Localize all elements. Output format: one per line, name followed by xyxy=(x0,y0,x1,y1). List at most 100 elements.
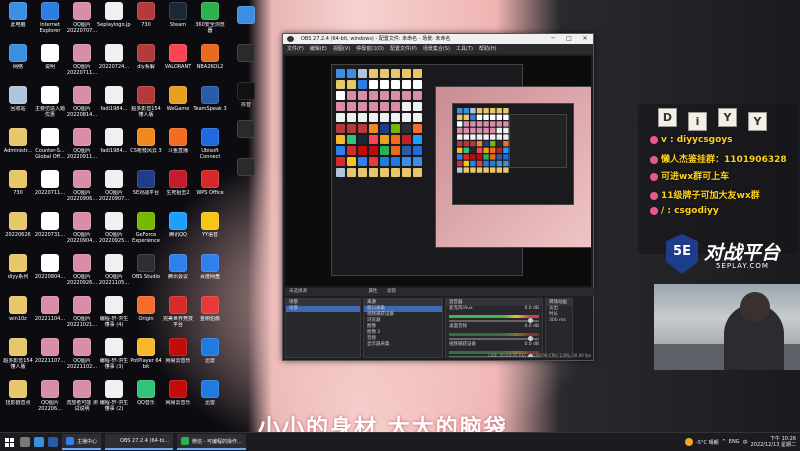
desktop-icon[interactable]: 20220731... xyxy=(34,212,66,252)
desktop-icon[interactable]: Ubisoft Connect xyxy=(194,128,226,168)
desktop-icon[interactable]: 5E对战平台 xyxy=(130,170,162,210)
desktop-icon[interactable]: diyy系列 xyxy=(2,254,34,294)
tray-overflow-icon[interactable]: ^ xyxy=(722,439,726,445)
desktop-icon[interactable]: QQ图片 20221021... xyxy=(66,296,98,336)
desktop-icon[interactable]: OBS Studio xyxy=(130,254,162,294)
desktop-icon[interactable]: 腾讯QQ xyxy=(162,212,194,252)
desktop-icon[interactable]: 编程-轩-洪生 懂事 (2) xyxy=(98,380,130,420)
obs-title-bar[interactable]: OBS 27.2.4 (64-bit, windows) - 配置文件: 未命名… xyxy=(283,34,593,44)
ime-indicator[interactable]: 中 xyxy=(743,439,748,446)
desktop-icon[interactable]: Steam xyxy=(162,2,194,42)
desktop-icon[interactable]: WeGame xyxy=(162,86,194,126)
desktop-icon[interactable]: VALORANT xyxy=(162,44,194,84)
obs-menu-item[interactable]: 文件(F) xyxy=(287,44,304,54)
clock[interactable]: 下午 10:26 2022/12/13 星期二 xyxy=(751,436,796,448)
weather-text[interactable]: -5°C 晴朗 xyxy=(696,439,719,446)
desktop-icon[interactable]: QQ图片 20220904... xyxy=(66,212,98,252)
obs-menu-item[interactable]: 场景集合(S) xyxy=(423,44,450,54)
desktop-icon[interactable]: 编程-轩-洪生 懂事 (4) xyxy=(98,296,130,336)
desktop-icon[interactable]: QQ图片 20220707... xyxy=(66,2,98,42)
desktop-icon[interactable]: 网络 xyxy=(2,44,34,84)
desktop-icon[interactable]: QQ图片 202206... xyxy=(34,380,66,420)
taskbar-task[interactable]: OBS 27.2.4 (64-bi... xyxy=(105,434,173,450)
desktop-icon[interactable]: QQ图片 20220711... xyxy=(66,44,98,84)
desktop-icon[interactable]: 超多影音154 懂人版 xyxy=(130,86,162,126)
desktop-icon[interactable]: 730 xyxy=(2,170,34,210)
desktop-icon[interactable]: 流放者可能 测试说明 xyxy=(66,380,98,420)
volume-slider[interactable] xyxy=(449,318,539,323)
desktop-icon[interactable]: 网易云音乐 xyxy=(162,380,194,420)
scene-item[interactable]: 场景 xyxy=(286,306,360,312)
desktop-icon[interactable]: GeForce Experience xyxy=(130,212,162,252)
desktop-icon[interactable]: fadi1984... xyxy=(98,128,130,168)
obs-menu-item[interactable]: 停靠窗口(D) xyxy=(356,44,384,54)
desktop-icon[interactable]: 完美世界竞技平台 xyxy=(162,296,194,336)
desktop-icon[interactable]: Administr... xyxy=(2,128,34,168)
desktop-icon[interactable]: 730 xyxy=(130,2,162,42)
taskbar-task[interactable]: 主播中心 xyxy=(62,434,102,450)
desktop-icon[interactable]: Origin xyxy=(130,296,162,336)
source-item[interactable]: 显示器采集 xyxy=(364,342,442,348)
desktop-icon[interactable]: 主要仿造入题优惠 xyxy=(34,86,66,126)
desktop-icon[interactable] xyxy=(230,6,262,38)
desktop-icon[interactable] xyxy=(230,44,262,76)
desktop-icon[interactable] xyxy=(230,158,262,190)
desktop-icon[interactable]: 编程-轩-洪生 懂事 (3) xyxy=(98,338,130,378)
desktop-icon[interactable]: 此电脑 xyxy=(2,2,34,42)
obs-window[interactable]: OBS 27.2.4 (64-bit, windows) - 配置文件: 未命名… xyxy=(282,33,595,361)
desktop-icon[interactable]: QQ图片 20220926... xyxy=(66,254,98,294)
volume-slider-handle[interactable] xyxy=(528,336,533,341)
desktop-icon[interactable]: 5eplaylogo.jpg xyxy=(97,2,131,42)
obs-menu-item[interactable]: 工具(T) xyxy=(456,44,473,54)
desktop-icon[interactable]: 说明 xyxy=(34,44,66,84)
task-view-icon[interactable] xyxy=(34,437,44,447)
desktop-icon[interactable]: 网易云音乐 xyxy=(162,338,194,378)
desktop-icon[interactable]: 迅雷 xyxy=(194,380,226,420)
obs-preview[interactable] xyxy=(285,56,591,286)
desktop-icon[interactable]: QQ图片 20221102... xyxy=(66,338,98,378)
desktop-icon[interactable]: 腾讯会议 xyxy=(162,254,194,294)
desktop-icon[interactable]: Internet Explorer xyxy=(34,2,66,42)
search-icon[interactable] xyxy=(20,437,30,447)
obs-menu-item[interactable]: 帮助(H) xyxy=(479,44,497,54)
properties-button[interactable]: 属性 xyxy=(368,289,377,294)
explorer-icon[interactable] xyxy=(48,437,58,447)
desktop-icon[interactable]: 抖音 xyxy=(230,82,262,114)
desktop-icon[interactable]: QQ音乐 xyxy=(130,380,162,420)
desktop-icon[interactable]: TeamSpeak 3 xyxy=(193,86,227,126)
close-button[interactable]: ✕ xyxy=(577,34,593,44)
desktop-icon[interactable]: WPS Office xyxy=(194,170,226,210)
maximize-button[interactable]: □ xyxy=(561,34,577,44)
desktop-icon[interactable]: win10z xyxy=(2,296,34,336)
desktop-icon[interactable]: 超多影音154 懂人版 xyxy=(2,338,34,378)
desktop-icon[interactable]: QQ图片 20220814... xyxy=(66,86,98,126)
desktop-icon[interactable] xyxy=(230,120,262,152)
obs-menu-item[interactable]: 编辑(E) xyxy=(310,44,327,54)
obs-menu-item[interactable]: 配置文件(P) xyxy=(390,44,417,54)
desktop-icon[interactable]: 20220711... xyxy=(34,170,66,210)
desktop-icon[interactable]: diy系解 xyxy=(130,44,162,84)
desktop-icon[interactable]: 扭影戳音点 xyxy=(2,380,34,420)
start-button[interactable] xyxy=(0,433,18,451)
desktop-icon[interactable]: 斗鱼直播 xyxy=(162,128,194,168)
desktop-icon[interactable]: 百度网盘 xyxy=(194,254,226,294)
weather-icon[interactable] xyxy=(685,438,693,446)
desktop-icon[interactable]: QQ图片 20220911... xyxy=(66,128,98,168)
volume-slider[interactable] xyxy=(449,336,539,341)
desktop-icon[interactable]: YY语音 xyxy=(194,212,226,252)
desktop-icon[interactable]: QQ图片 20220907... xyxy=(98,170,130,210)
desktop-icon[interactable]: fadi1984... xyxy=(98,86,130,126)
language-indicator[interactable]: ENG xyxy=(729,439,740,445)
obs-menu-item[interactable]: 视图(V) xyxy=(333,44,350,54)
desktop-icon[interactable]: 生死狙击2 xyxy=(162,170,194,210)
desktop-icon[interactable]: 回收站 xyxy=(2,86,34,126)
desktop-icon[interactable]: QQ图片 20220906... xyxy=(66,170,98,210)
filters-button[interactable]: 滤镜 xyxy=(387,289,396,294)
desktop-icon[interactable]: QQ图片 20221105... xyxy=(98,254,130,294)
desktop-icon[interactable]: 金刚伯爵 xyxy=(194,296,226,336)
desktop-icon[interactable]: NBA2KOL2 xyxy=(194,44,226,84)
desktop-icon[interactable]: 20220804... xyxy=(34,254,66,294)
desktop-icon[interactable]: PotPlayer 64 bit xyxy=(130,338,162,378)
desktop-icon[interactable]: 迅雷 xyxy=(194,338,226,378)
desktop-icon[interactable]: QQ图片 20220925... xyxy=(98,212,130,252)
